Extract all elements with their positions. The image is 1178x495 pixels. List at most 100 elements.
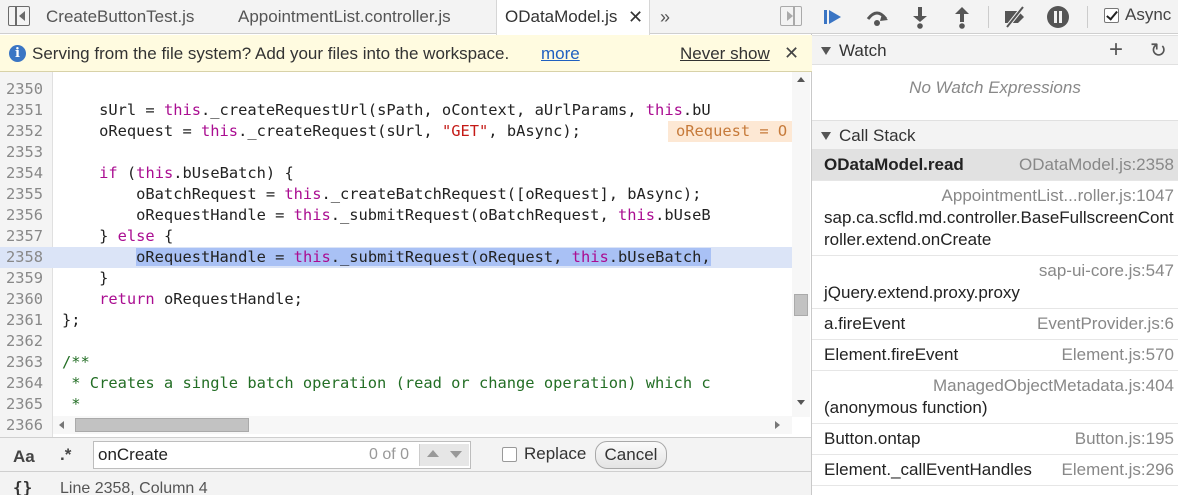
debugger-toggle-icon[interactable]	[780, 6, 802, 26]
regex-toggle[interactable]: .*	[60, 445, 71, 465]
async-label[interactable]: Async	[1125, 5, 1171, 25]
pause-on-exceptions-icon[interactable]	[1045, 4, 1071, 30]
code-line[interactable]: 2357 } else {	[0, 226, 792, 247]
horizontal-scrollbar[interactable]	[53, 416, 792, 434]
info-icon: i	[9, 45, 26, 62]
tab-createbuttontest[interactable]: CreateButtonTest.js	[46, 0, 194, 34]
line-number[interactable]: 2358	[6, 247, 50, 268]
code-line[interactable]: 2362	[0, 331, 792, 352]
call-frame[interactable]: ODataModel.read ODataModel.js:2358	[812, 150, 1178, 181]
match-case-toggle[interactable]: Aa	[13, 447, 35, 467]
replace-label[interactable]: Replace	[524, 444, 586, 464]
line-number[interactable]: 2360	[6, 289, 50, 310]
code-line[interactable]: 2356 oRequestHandle = this._submitReques…	[0, 205, 792, 226]
scroll-thumb[interactable]	[794, 294, 808, 316]
code-text: oBatchRequest = this._createBatchRequest…	[62, 185, 702, 203]
frame-location[interactable]: ODataModel.js:2358	[1019, 154, 1174, 176]
refresh-watch-icon[interactable]: ↻	[1150, 39, 1167, 63]
frame-location[interactable]: EventProvider.js:6	[1037, 313, 1174, 335]
line-number[interactable]: 2354	[6, 163, 50, 184]
resume-icon[interactable]	[820, 4, 846, 30]
frame-location[interactable]: Button.js:195	[1075, 428, 1174, 450]
line-number[interactable]: 2359	[6, 268, 50, 289]
code-line[interactable]: 2353	[0, 142, 792, 163]
deactivate-breakpoints-icon[interactable]	[1002, 4, 1028, 30]
code-line[interactable]: 2354 if (this.bUseBatch) {	[0, 163, 792, 184]
call-frame[interactable]: ManagedObjectMetadata.js:404 (anonymous …	[812, 371, 1178, 424]
line-number[interactable]: 2364	[6, 373, 50, 394]
vertical-scrollbar[interactable]	[792, 72, 810, 417]
more-link[interactable]: more	[541, 35, 580, 72]
tab-appointmentlist-controller[interactable]: AppointmentList.controller.js	[238, 0, 451, 34]
code-text: return oRequestHandle;	[99, 290, 303, 308]
line-number[interactable]: 2363	[6, 352, 50, 373]
editor-status-bar: {} Line 2358, Column 4	[0, 471, 811, 495]
scroll-left-icon[interactable]	[59, 421, 64, 429]
code-line[interactable]: 2363 /**	[0, 352, 792, 373]
code-text: oRequestHandle = this._submitRequest(oRe…	[136, 248, 711, 266]
code-line[interactable]: 2360 return oRequestHandle;	[0, 289, 792, 310]
call-frame[interactable]: Button.ontap Button.js:195	[812, 424, 1178, 455]
call-frame[interactable]: sap-ui-core.js:547 jQuery.extend.proxy.p…	[812, 256, 1178, 309]
step-over-icon[interactable]	[864, 4, 890, 30]
line-number[interactable]: 2365	[6, 394, 50, 415]
tab-odatamodel[interactable]: ODataModel.js	[496, 0, 650, 35]
step-into-icon[interactable]	[907, 4, 933, 30]
code-editor[interactable]: 2350 2351 sUrl = this._createRequestUrl(s…	[0, 72, 811, 437]
async-checkbox[interactable]	[1104, 8, 1119, 23]
call-frame[interactable]: Element._callEventHandles Element.js:296	[812, 455, 1178, 486]
step-out-icon[interactable]	[949, 4, 975, 30]
cancel-button[interactable]: Cancel	[595, 441, 667, 469]
pretty-print-icon[interactable]: {}	[13, 478, 32, 495]
replace-checkbox[interactable]	[502, 447, 517, 462]
scroll-up-icon[interactable]	[797, 77, 805, 82]
code-text: * Creates a single batch operation (read…	[62, 374, 711, 392]
call-frame[interactable]: a.fireEvent EventProvider.js:6	[812, 309, 1178, 340]
code-text: };	[62, 311, 81, 329]
line-number[interactable]: 2362	[6, 331, 50, 352]
line-number[interactable]: 2366	[6, 415, 50, 436]
previous-match-icon[interactable]	[427, 450, 439, 457]
line-number[interactable]: 2350	[6, 79, 50, 100]
navigator-toggle-icon[interactable]	[8, 6, 30, 26]
code-line[interactable]: 2365 *	[0, 394, 792, 415]
line-number[interactable]: 2355	[6, 184, 50, 205]
code-text: *	[62, 395, 81, 413]
code-line[interactable]: 2364 * Creates a single batch operation …	[0, 373, 792, 394]
code-line[interactable]: 2352 oRequest = this._createRequest(sUrl…	[0, 121, 808, 142]
code-line[interactable]: 2355 oBatchRequest = this._createBatchRe…	[0, 184, 792, 205]
close-infobar-icon[interactable]: ✕	[784, 35, 799, 72]
never-show-link[interactable]: Never show	[680, 35, 770, 72]
scroll-thumb[interactable]	[75, 418, 249, 432]
frame-location[interactable]: sap-ui-core.js:547	[824, 260, 1174, 282]
code-line[interactable]: 2351 sUrl = this._createRequestUrl(sPath…	[0, 100, 792, 121]
tab-label: ODataModel.js	[505, 7, 618, 26]
search-navigation	[419, 444, 469, 466]
code-line[interactable]: 2359 }	[0, 268, 792, 289]
line-number[interactable]: 2356	[6, 205, 50, 226]
line-number[interactable]: 2361	[6, 310, 50, 331]
frame-location[interactable]: ManagedObjectMetadata.js:404	[824, 375, 1174, 397]
code-text: } else {	[62, 227, 174, 245]
code-line[interactable]: 2350	[0, 79, 792, 100]
scroll-down-icon[interactable]	[797, 400, 805, 405]
scroll-right-icon[interactable]	[775, 421, 780, 429]
next-match-icon[interactable]	[450, 451, 462, 458]
frame-location[interactable]: Element.js:296	[1062, 459, 1174, 481]
frame-location[interactable]: AppointmentList...roller.js:1047	[824, 185, 1174, 207]
add-watch-icon[interactable]: +	[1109, 37, 1123, 63]
code-line[interactable]: 2361};	[0, 310, 792, 331]
code-line[interactable]: 2358 oRequestHandle = this._submitReques…	[0, 247, 792, 268]
frame-location[interactable]: Element.js:570	[1062, 344, 1174, 366]
more-tabs-icon[interactable]: »	[660, 0, 670, 34]
line-number[interactable]: 2353	[6, 142, 50, 163]
callstack-section-header[interactable]: Call Stack	[812, 120, 1178, 150]
line-number[interactable]: 2357	[6, 226, 50, 247]
watch-section-header[interactable]: Watch + ↻	[812, 35, 1178, 65]
close-tab-icon[interactable]: ✕	[628, 0, 643, 34]
line-number[interactable]: 2351	[6, 100, 50, 121]
call-frame[interactable]: Element.fireEvent Element.js:570	[812, 340, 1178, 371]
search-input[interactable]	[98, 445, 358, 465]
call-frame[interactable]: AppointmentList...roller.js:1047 sap.ca.…	[812, 181, 1178, 256]
line-number[interactable]: 2352	[6, 121, 50, 142]
